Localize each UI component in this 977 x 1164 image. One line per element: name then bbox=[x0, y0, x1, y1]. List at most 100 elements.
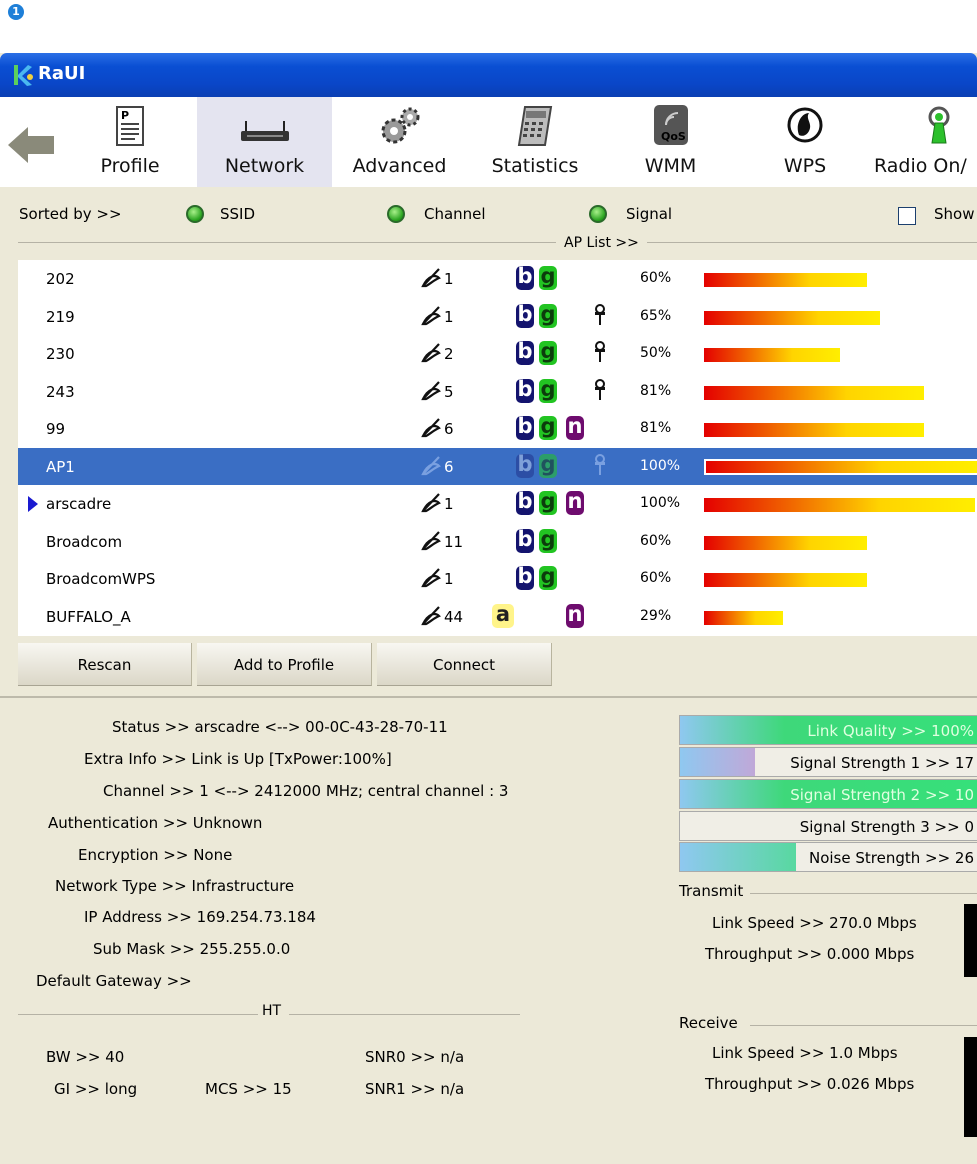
toolbar-label: Statistics bbox=[491, 155, 579, 177]
sub-mask-text: Sub Mask >> 255.255.0.0 bbox=[93, 940, 291, 958]
sort-bar: Sorted by >> SSID Channel Signal Show bbox=[0, 187, 977, 227]
sort-channel-radio[interactable] bbox=[387, 205, 405, 223]
ap-list-row[interactable]: 230 2 b g 50% bbox=[18, 335, 977, 372]
ip-address-text: IP Address >> 169.254.73.184 bbox=[84, 908, 316, 926]
ap-channel: 44 bbox=[444, 607, 464, 626]
mode-b-icon: b bbox=[516, 526, 534, 553]
transmit-divider bbox=[750, 893, 977, 894]
receive-title: Receive bbox=[679, 1014, 744, 1032]
mode-b-icon: b bbox=[516, 339, 534, 365]
mode-b-icon: b bbox=[516, 451, 534, 478]
ap-signal-percent: 81% bbox=[640, 420, 672, 436]
ap-list-row[interactable]: BroadcomWPS 1 b g 60% bbox=[18, 560, 977, 597]
ap-channel: 1 bbox=[444, 307, 454, 326]
raui-window: RaUI P Profile Network Advanced Statisti… bbox=[0, 53, 977, 1164]
toolbar-profile[interactable]: P Profile bbox=[63, 97, 197, 187]
mode-b-icon: b bbox=[516, 564, 534, 590]
signal-strength-1-fill bbox=[680, 748, 755, 776]
receive-graph bbox=[964, 1037, 977, 1137]
channel-icon bbox=[420, 416, 442, 442]
mode-n-icon: n bbox=[566, 414, 584, 440]
step-number-badge: 1 bbox=[8, 4, 24, 20]
toolbar-advanced[interactable]: Advanced bbox=[332, 97, 467, 187]
statistics-icon bbox=[515, 105, 555, 151]
ap-ssid: arscadre bbox=[46, 495, 112, 513]
ap-list-row[interactable]: Broadcom 11 b g 60% bbox=[18, 523, 977, 560]
mode-g-icon: g bbox=[539, 414, 557, 440]
channel-icon bbox=[420, 604, 442, 630]
connect-button[interactable]: Connect bbox=[377, 643, 552, 686]
ap-list-row[interactable]: BUFFALO_A 44 a n 29% bbox=[18, 598, 977, 635]
ap-ssid: BroadcomWPS bbox=[46, 570, 156, 588]
ht-snr1: SNR1 >> n/a bbox=[365, 1080, 465, 1098]
ht-divider-right bbox=[289, 1014, 520, 1015]
svg-text:QoS: QoS bbox=[661, 130, 686, 143]
ap-channel: 1 bbox=[444, 270, 454, 288]
sort-channel-label[interactable]: Channel bbox=[424, 205, 486, 223]
ap-list-row[interactable]: AP1 6 b g 100% bbox=[18, 447, 977, 485]
mode-b-icon: b bbox=[516, 376, 534, 403]
ap-ssid: 243 bbox=[46, 382, 75, 401]
ap-list-row[interactable]: 99 6 b g n 81% bbox=[18, 410, 977, 447]
channel-icon bbox=[420, 304, 442, 330]
show-label[interactable]: Show bbox=[934, 205, 974, 223]
signal-strength-2-meter: Signal Strength 2 >> 10 bbox=[679, 779, 977, 809]
ap-ssid: Broadcom bbox=[46, 532, 123, 551]
ap-signal-percent: 81% bbox=[640, 382, 672, 399]
show-checkbox[interactable] bbox=[898, 207, 916, 225]
sort-signal-radio[interactable] bbox=[589, 205, 607, 223]
toolbar-label: WPS bbox=[783, 155, 827, 177]
title-bar[interactable]: RaUI bbox=[0, 53, 977, 97]
ap-channel: 2 bbox=[444, 345, 454, 363]
mode-n-icon: n bbox=[566, 601, 584, 628]
ht-snr0: SNR0 >> n/a bbox=[365, 1048, 465, 1066]
transmit-title: Transmit bbox=[679, 882, 750, 900]
profile-icon: P bbox=[115, 105, 145, 151]
sort-signal-label[interactable]: Signal bbox=[626, 205, 672, 223]
ap-list-row[interactable]: 219 1 b g 65% bbox=[18, 298, 977, 335]
security-key-icon bbox=[594, 341, 606, 367]
toolbar-network[interactable]: Network bbox=[197, 97, 332, 187]
ap-list-row[interactable]: arscadre 1 b g n 100% bbox=[18, 485, 977, 522]
sort-ssid-radio[interactable] bbox=[186, 205, 204, 223]
ap-ssid: AP1 bbox=[46, 457, 75, 476]
advanced-icon bbox=[378, 105, 422, 149]
rescan-button[interactable]: Rescan bbox=[18, 643, 192, 686]
ht-bw: BW >> 40 bbox=[46, 1048, 125, 1066]
mode-b-icon: b bbox=[516, 301, 534, 328]
security-key-icon bbox=[594, 453, 606, 480]
wps-icon bbox=[787, 105, 823, 149]
ap-signal-percent: 50% bbox=[640, 345, 672, 361]
main-toolbar: P Profile Network Advanced Statistics Qo… bbox=[0, 97, 977, 188]
extra-info-text: Extra Info >> Link is Up [TxPower:100%] bbox=[84, 750, 392, 768]
ap-list-row[interactable]: 202 1 b g 60% bbox=[18, 260, 977, 297]
toolbar-radio[interactable]: Radio On/ bbox=[872, 97, 977, 187]
sort-ssid-label[interactable]: SSID bbox=[220, 205, 255, 223]
toolbar-statistics[interactable]: Statistics bbox=[467, 97, 603, 187]
ap-ssid: 230 bbox=[46, 345, 75, 363]
link-quality-meter: Link Quality >> 100% bbox=[679, 715, 977, 745]
add-to-profile-button[interactable]: Add to Profile bbox=[197, 643, 372, 686]
mode-n-icon: n bbox=[566, 489, 584, 515]
section-separator bbox=[0, 696, 977, 698]
channel-icon bbox=[420, 529, 442, 555]
network-icon bbox=[240, 119, 289, 147]
toolbar-wps[interactable]: WPS bbox=[738, 97, 872, 187]
ap-channel: 11 bbox=[444, 532, 464, 551]
ap-channel: 1 bbox=[444, 570, 454, 588]
ap-signal-percent: 100% bbox=[640, 457, 681, 474]
mode-g-icon: g bbox=[539, 526, 557, 553]
ap-list[interactable]: 202 1 b g 60% 219 1 b g 65% 230 2 b g 50% 243 5 b g 81% 99 6 b… bbox=[18, 260, 977, 636]
ap-list-row[interactable]: 243 5 b g 81% bbox=[18, 373, 977, 410]
mode-a-icon: a bbox=[492, 603, 514, 628]
mode-g-icon: g bbox=[539, 564, 557, 590]
receive-divider bbox=[750, 1025, 977, 1026]
back-arrow-icon[interactable] bbox=[8, 127, 54, 167]
mode-b-icon: b bbox=[516, 414, 534, 440]
toolbar-wmm[interactable]: QoS WMM bbox=[603, 97, 738, 187]
security-key-icon bbox=[594, 303, 606, 330]
transmit-graph bbox=[964, 904, 977, 977]
channel-icon bbox=[420, 341, 442, 367]
ap-channel: 6 bbox=[444, 457, 454, 476]
default-gateway-text: Default Gateway >> bbox=[36, 972, 192, 990]
